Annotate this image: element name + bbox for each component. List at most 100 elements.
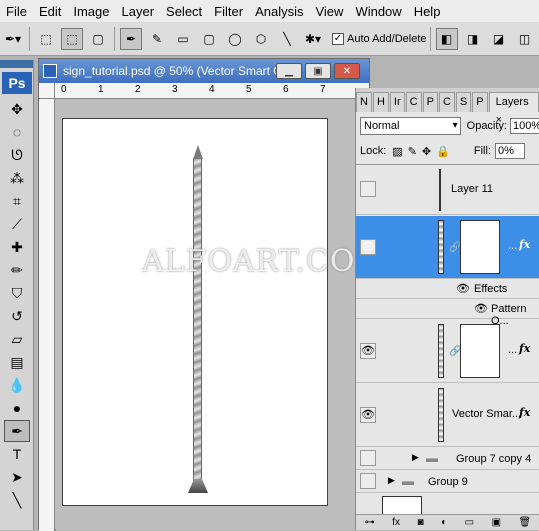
pattern-overlay-row[interactable]: 👁 Pattern O... [356,300,539,327]
fx-icon[interactable]: fx [519,342,530,355]
custom-shape-icon[interactable]: ✱▾ [302,28,324,50]
line-icon[interactable]: ╲ [276,28,298,50]
delete-layer-icon[interactable]: 🗑 [519,517,532,528]
tab-navigator[interactable]: N [356,92,372,112]
visibility-eye-icon[interactable]: 👁 [360,239,376,255]
menu-window[interactable]: Window [349,4,407,19]
move-tool-icon[interactable]: ✥ [4,98,30,120]
canvas-area[interactable] [56,100,369,530]
effects-row[interactable]: 👁 Effects [356,280,539,299]
add-layer-style-icon[interactable]: fx [392,517,400,528]
vertical-ruler[interactable] [39,99,55,531]
close-button[interactable]: ✕ [334,63,360,79]
intersect-path-area-icon[interactable]: ◪ [488,28,510,50]
crop-tool-icon[interactable]: ⌗ [4,190,30,212]
menu-file[interactable]: File [0,4,33,19]
visibility-toggle-icon[interactable] [360,181,376,197]
magic-wand-tool-icon[interactable]: ⁂ [4,167,30,189]
menu-image[interactable]: Image [67,4,115,19]
ruler-origin[interactable] [39,83,55,99]
fill-input[interactable]: 0% [494,143,525,159]
menu-view[interactable]: View [309,4,349,19]
adjustment-layer-icon[interactable]: ◐ [441,517,447,528]
marquee-tool-icon[interactable]: ◌ [4,121,30,143]
lock-all-icon[interactable]: 🔒 [436,145,450,158]
visibility-toggle-icon[interactable] [360,450,376,466]
type-tool-icon[interactable]: T [4,443,30,465]
paths-icon[interactable]: ⬚ [61,27,83,50]
exclude-path-area-icon[interactable]: ◫ [514,28,536,50]
blend-mode-select[interactable]: Normal [360,117,461,135]
line-tool-icon[interactable]: ╲ [4,489,30,511]
tab-character[interactable]: C [438,92,455,112]
visibility-eye-icon[interactable]: 👁 [360,343,376,359]
menu-layer[interactable]: Layer [116,4,161,19]
menu-filter[interactable]: Filter [208,4,249,19]
visibility-toggle-icon[interactable] [360,473,376,489]
tab-histogram[interactable]: H [372,92,389,112]
new-layer-icon[interactable]: ▣ [492,517,501,528]
subtract-path-area-icon[interactable]: ◨ [462,28,484,50]
pen-tool-preset-icon[interactable]: ✒▾ [2,28,24,50]
history-brush-tool-icon[interactable]: ↺ [4,305,30,327]
lasso-tool-icon[interactable]: ᘎ [4,144,30,166]
tab-paragraph[interactable]: P [422,92,438,112]
add-to-path-area-icon[interactable]: ◧ [435,27,458,50]
horizontal-ruler[interactable]: 0 1 2 3 4 5 6 7 [55,83,369,99]
layer-name: ... [508,240,518,252]
blur-tool-icon[interactable]: 💧 [4,374,30,396]
pen-tool-icon[interactable]: ✒ [4,420,30,442]
link-layers-icon[interactable]: ⊶ [365,517,375,528]
expand-arrow-icon[interactable]: ▶ [388,475,395,486]
restore-button[interactable]: ▣ [305,63,331,79]
pattern-eye-icon[interactable]: 👁 [474,302,488,315]
layer-row[interactable] [356,494,539,516]
rectangle-icon[interactable]: ▭ [172,28,194,50]
rounded-rectangle-icon[interactable]: ▢ [198,28,220,50]
ellipse-icon[interactable]: ◯ [224,28,246,50]
brush-tool-icon[interactable]: ✏ [4,259,30,281]
menu-analysis[interactable]: Analysis [249,4,309,19]
healing-brush-tool-icon[interactable]: ✚ [4,236,30,258]
group-row[interactable]: ▶ ▬ Group 9 [356,471,539,493]
gradient-tool-icon[interactable]: ▤ [4,351,30,373]
path-selection-tool-icon[interactable]: ➤ [4,466,30,488]
menu-edit[interactable]: Edit [33,4,67,19]
lock-image-icon[interactable]: ✎ [408,145,417,158]
polygon-icon[interactable]: ⬡ [250,28,272,50]
dodge-tool-icon[interactable]: ● [4,397,30,419]
toolbox-grip[interactable] [0,60,33,68]
minimize-button[interactable]: ▁ [276,63,302,79]
fx-icon[interactable]: fx [519,238,530,251]
new-group-icon[interactable]: ▭ [465,517,474,528]
layer-row-selected[interactable]: 👁 🔗 ... fx [356,216,539,279]
expand-arrow-icon[interactable]: ▶ [412,452,419,463]
tab-swatches[interactable]: S [455,92,472,112]
freeform-pen-icon[interactable]: ✎ [146,28,168,50]
effects-eye-icon[interactable]: 👁 [456,282,470,295]
lock-transparent-icon[interactable]: ▨ [392,145,402,158]
pen-icon[interactable]: ✒ [120,27,142,50]
eyedropper-tool-icon[interactable]: ⟋ [4,213,30,235]
clone-stamp-tool-icon[interactable]: ⛉ [4,282,30,304]
tab-info[interactable]: Ir [389,92,405,112]
group-row[interactable]: ▶ ▬ Group 7 copy 4 [356,448,539,470]
layer-row[interactable]: 👁 🔗 ... fx [356,320,539,383]
canvas[interactable] [62,118,328,506]
tab-paths[interactable]: P [472,92,488,112]
auto-add-delete-checkbox[interactable]: ✓ Auto Add/Delete [332,32,427,45]
tab-color[interactable]: C [405,92,422,112]
layer-row[interactable]: 👁 Vector Smar... fx [356,384,539,447]
menu-help[interactable]: Help [408,4,447,19]
fx-icon[interactable]: fx [519,406,530,419]
menu-select[interactable]: Select [160,4,208,19]
fill-pixels-icon[interactable]: ▢ [87,28,109,50]
add-mask-icon[interactable]: ◙ [418,517,424,528]
eraser-tool-icon[interactable]: ▱ [4,328,30,350]
tab-layers[interactable]: Layers × [488,92,539,126]
lock-position-icon[interactable]: ✥ [422,145,431,158]
opacity-input[interactable]: 100% [510,118,539,134]
visibility-eye-icon[interactable]: 👁 [360,407,376,423]
layer-row[interactable]: Layer 11 [356,165,539,215]
shape-layers-icon[interactable]: ⬚ [35,28,57,50]
